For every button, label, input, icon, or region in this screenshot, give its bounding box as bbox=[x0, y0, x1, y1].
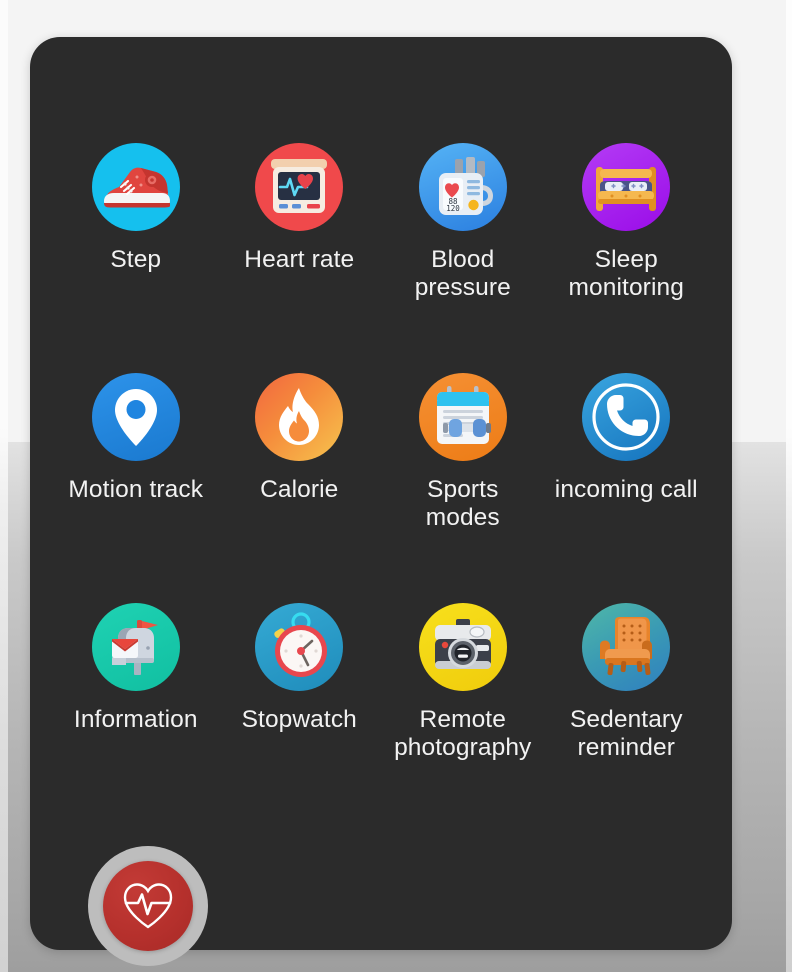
sneaker-icon bbox=[91, 143, 180, 231]
menu-item-label: Sleep monitoring bbox=[568, 246, 684, 301]
menu-item-motion-track[interactable]: Motion track bbox=[54, 373, 218, 603]
menu-item-label: Sports modes bbox=[425, 476, 500, 531]
menu-item-label: Information bbox=[73, 706, 198, 733]
menu-item-label: incoming call bbox=[554, 476, 698, 503]
menu-item-label: Calorie bbox=[260, 476, 339, 503]
blood-pressure-icon: 88 120 bbox=[418, 143, 507, 231]
map-pin-icon bbox=[91, 373, 180, 461]
menu-item-blood-pressure[interactable]: 88 120 Blood pressure bbox=[381, 143, 545, 373]
menu-item-sleep-monitoring[interactable]: Sleep monitoring bbox=[545, 143, 709, 373]
menu-item-information[interactable]: Information bbox=[54, 603, 218, 833]
menu-item-heart-rate[interactable]: Heart rate bbox=[218, 143, 382, 373]
menu-item-step[interactable]: Step bbox=[54, 143, 218, 373]
background-left-edge bbox=[0, 0, 8, 972]
bp-systolic: 120 bbox=[446, 204, 460, 213]
menu-item-label: Blood pressure bbox=[414, 246, 511, 301]
background-right-edge bbox=[786, 0, 792, 972]
menu-item-sedentary-reminder[interactable]: Sedentary reminder bbox=[545, 603, 709, 833]
menu-item-incoming-call[interactable]: incoming call bbox=[545, 373, 709, 603]
bed-icon bbox=[582, 143, 671, 231]
calendar-dumbbell-icon bbox=[418, 373, 507, 461]
menu-item-label: Step bbox=[110, 246, 162, 273]
menu-item-sports-modes[interactable]: Sports modes bbox=[381, 373, 545, 603]
heart-monitor-icon bbox=[255, 143, 344, 231]
heart-pulse-icon bbox=[123, 883, 173, 929]
menu-item-label: Sedentary reminder bbox=[569, 706, 683, 761]
stopwatch-icon bbox=[255, 603, 344, 691]
phone-call-icon bbox=[582, 373, 671, 461]
flame-icon bbox=[255, 373, 344, 461]
menu-item-remote-photography[interactable]: Remote photography bbox=[381, 603, 545, 833]
armchair-icon bbox=[582, 603, 671, 691]
menu-item-label: Remote photography bbox=[394, 706, 532, 761]
mailbox-icon bbox=[91, 603, 180, 691]
feature-grid: Step Heart rate 88 120 Blood pressure Sl… bbox=[30, 37, 732, 833]
screen: Step Heart rate 88 120 Blood pressure Sl… bbox=[0, 0, 792, 972]
menu-item-label: Motion track bbox=[68, 476, 204, 503]
camera-icon bbox=[418, 603, 507, 691]
menu-item-label: Stopwatch bbox=[241, 706, 357, 733]
menu-item-label: Heart rate bbox=[244, 246, 355, 273]
menu-item-stopwatch[interactable]: Stopwatch bbox=[218, 603, 382, 833]
menu-item-calorie[interactable]: Calorie bbox=[218, 373, 382, 603]
heart-pulse-badge[interactable] bbox=[103, 861, 193, 951]
